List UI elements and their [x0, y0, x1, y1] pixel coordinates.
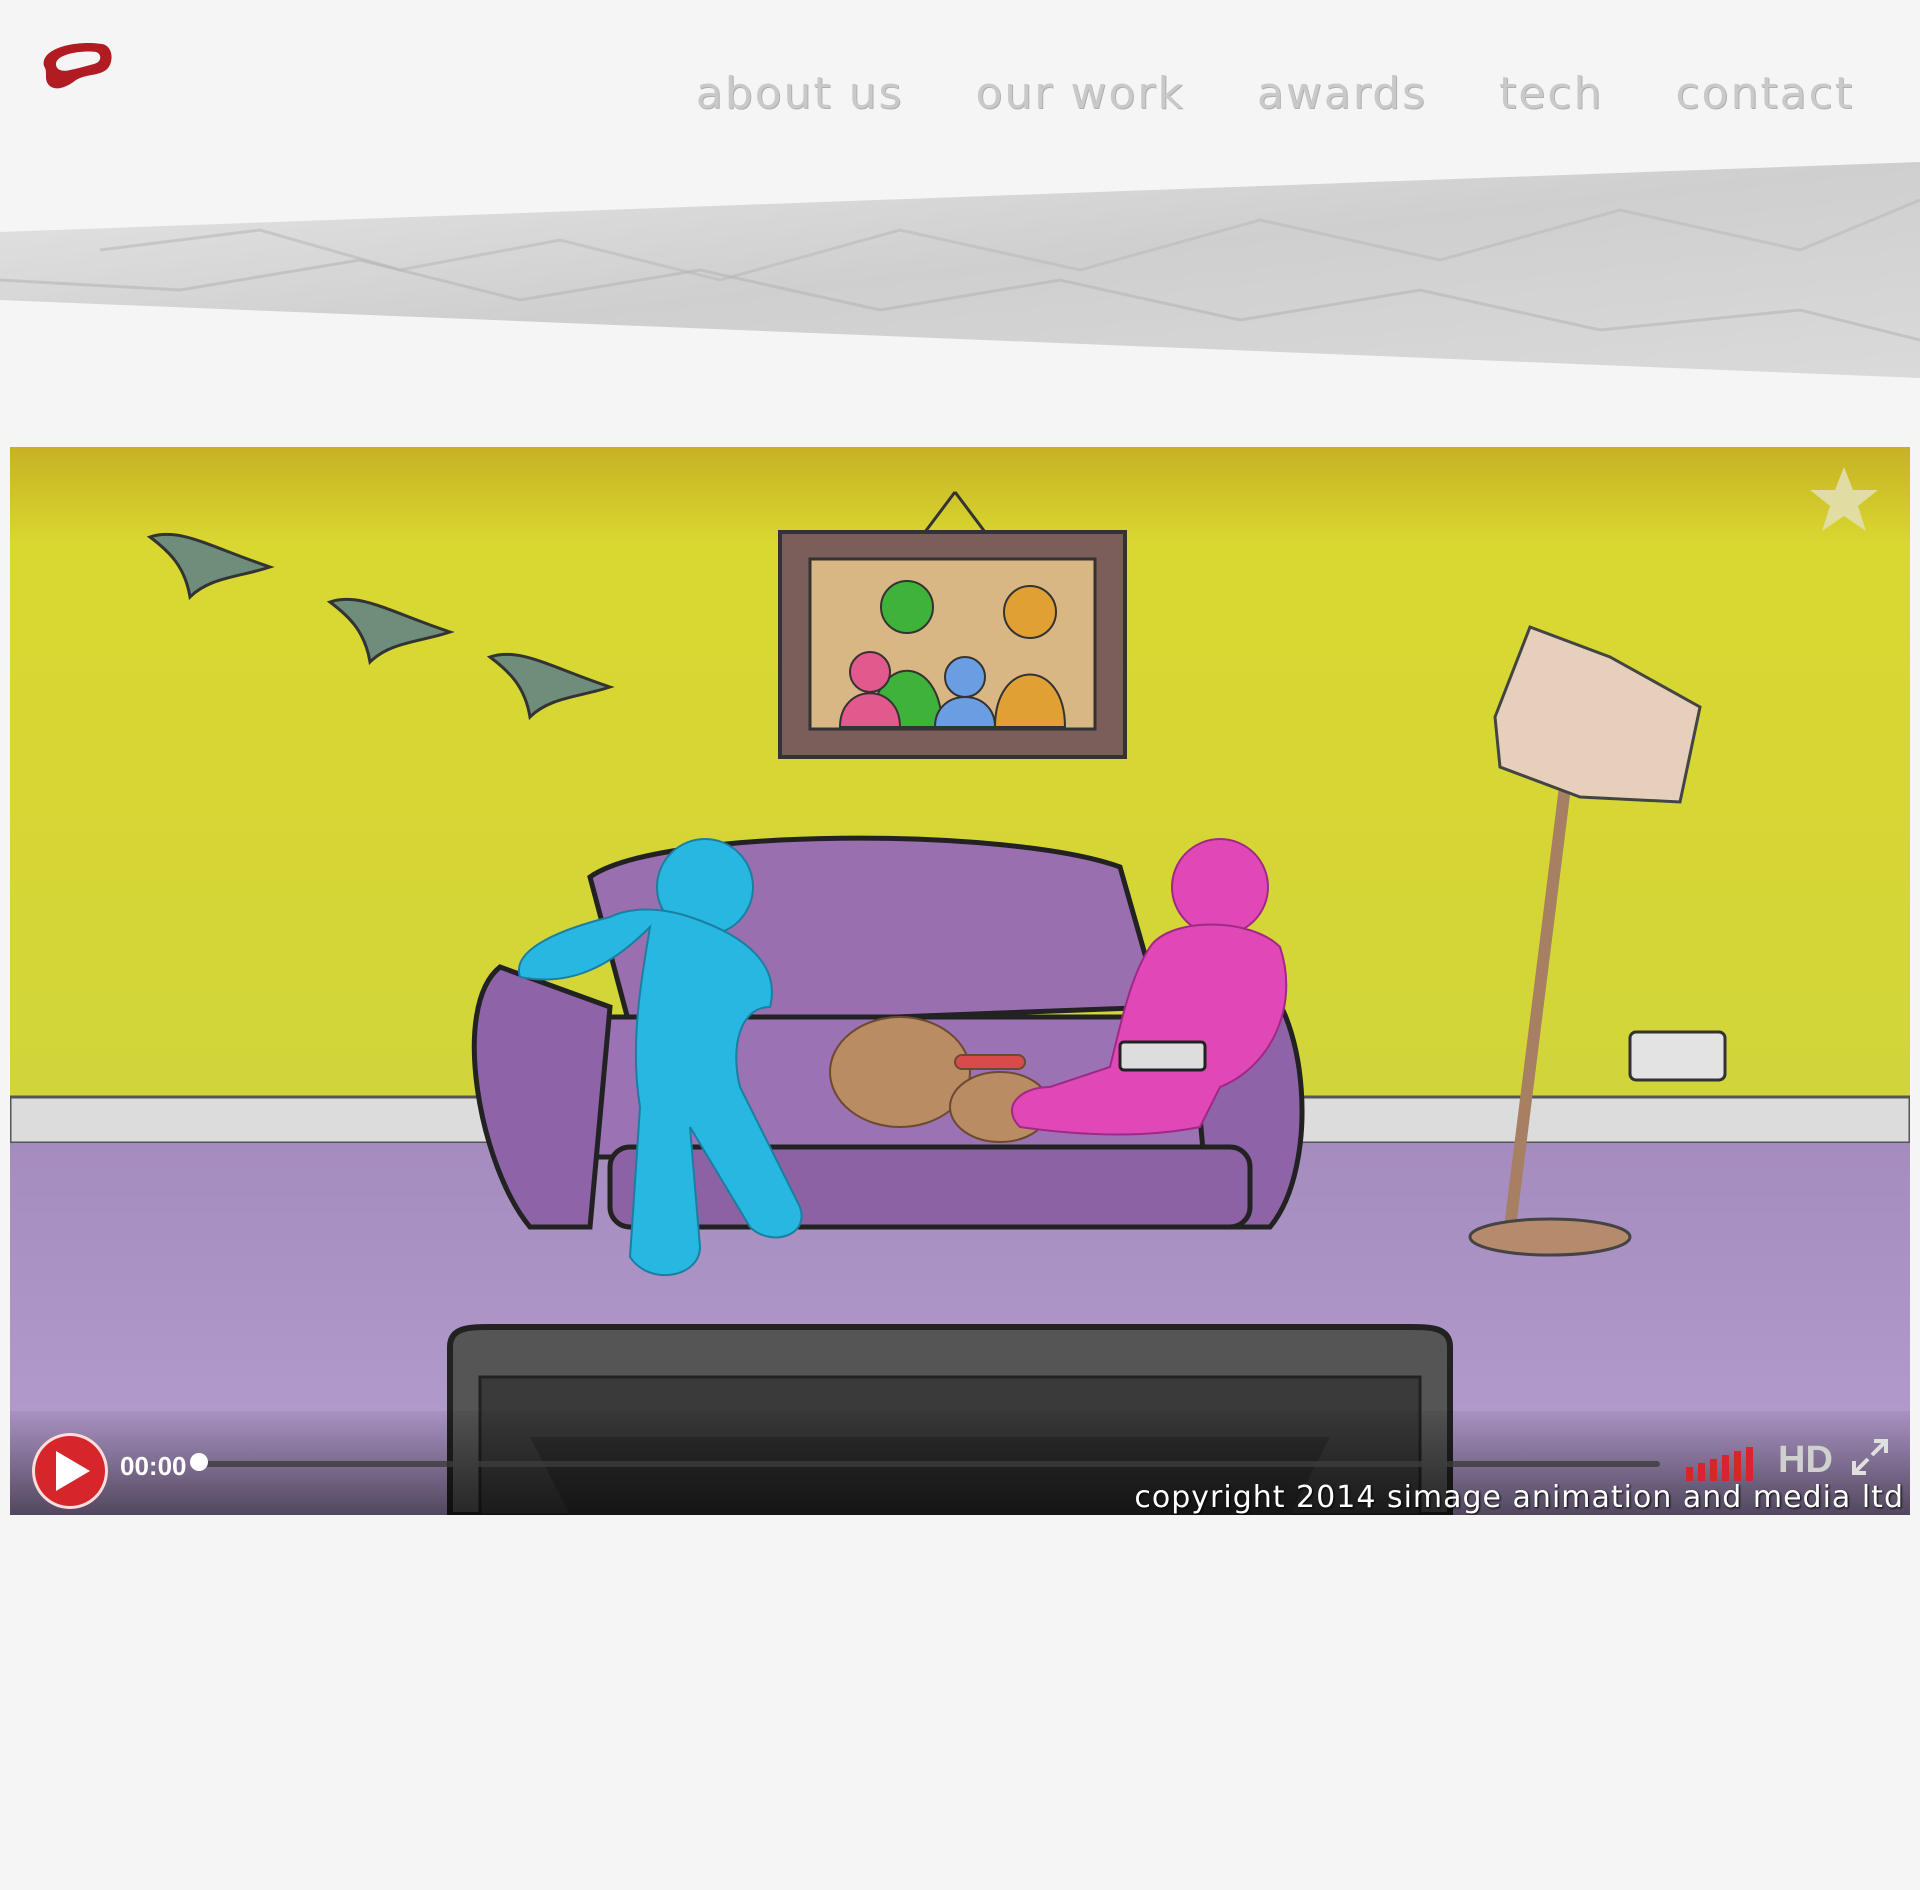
paper-banner	[0, 162, 1920, 378]
nav-tech[interactable]: tech	[1499, 68, 1603, 119]
video-player[interactable]: 00:00 HD copyright 2014 simage animation…	[10, 447, 1910, 1515]
progress-handle[interactable]	[190, 1453, 208, 1471]
nav-contact[interactable]: contact	[1675, 68, 1854, 119]
nav-awards[interactable]: awards	[1257, 68, 1427, 119]
play-button[interactable]	[32, 1433, 108, 1509]
nav-about-us[interactable]: about us	[696, 68, 904, 119]
tablet	[1118, 1040, 1207, 1072]
video-controls: 00:00 HD copyright 2014 simage animation…	[10, 1411, 1910, 1515]
fullscreen-icon[interactable]	[1850, 1437, 1890, 1477]
copyright-text: copyright 2014 simage animation and medi…	[1134, 1480, 1904, 1515]
progress-track[interactable]	[200, 1461, 1660, 1467]
volume-icon[interactable]	[1686, 1441, 1762, 1481]
play-icon	[56, 1451, 90, 1491]
nav-our-work[interactable]: our work	[975, 68, 1184, 119]
current-time: 00:00	[120, 1451, 187, 1481]
hd-toggle[interactable]: HD	[1778, 1439, 1833, 1482]
logo-icon[interactable]	[36, 36, 116, 96]
picture-frame	[778, 491, 1127, 759]
video-thumbnail	[10, 447, 1910, 1515]
favorite-star-icon[interactable]	[1808, 463, 1880, 535]
main-nav: about us our work awards tech contact	[696, 68, 1854, 119]
